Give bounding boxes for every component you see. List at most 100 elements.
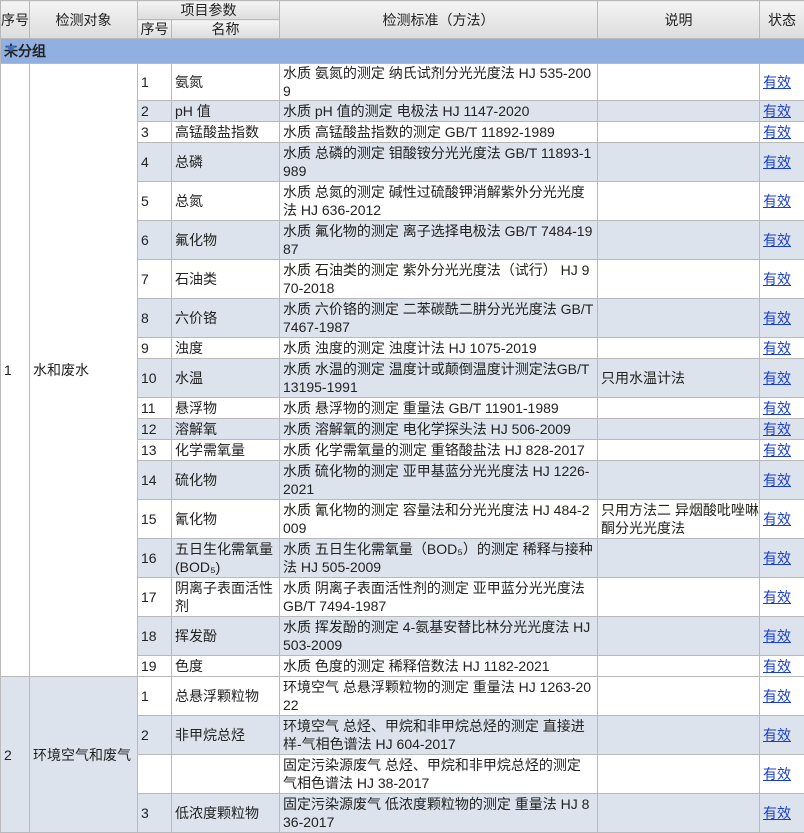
status-cell: 有效	[760, 461, 804, 500]
status-link[interactable]: 有效	[763, 103, 791, 119]
param-name-cell: 色度	[172, 656, 280, 677]
param-name-cell: 非甲烷总烃	[172, 716, 280, 755]
standards-table: 序号 检测对象 项目参数 检测标准（方法） 说明 状态 序号 名称 未分组 1 水…	[0, 0, 804, 833]
standard-cell: 水质 总氮的测定 碱性过硫酸钾消解紫外分光光度法 HJ 636-2012	[280, 182, 598, 221]
param-seq-cell: 3	[138, 122, 172, 143]
header-object[interactable]: 检测对象	[30, 1, 138, 39]
status-cell: 有效	[760, 677, 804, 716]
status-link[interactable]: 有效	[763, 74, 791, 90]
status-link[interactable]: 有效	[763, 310, 791, 326]
param-seq-cell: 16	[138, 539, 172, 578]
note-cell	[598, 578, 760, 617]
status-link[interactable]: 有效	[763, 193, 791, 209]
param-name-cell: 总悬浮颗粒物	[172, 677, 280, 716]
status-link[interactable]: 有效	[763, 628, 791, 644]
note-cell	[598, 677, 760, 716]
note-cell	[598, 755, 760, 794]
param-name-cell: 低浓度颗粒物	[172, 794, 280, 833]
param-name-cell: 硫化物	[172, 461, 280, 500]
standard-cell: 水质 高锰酸盐指数的测定 GB/T 11892-1989	[280, 122, 598, 143]
standard-cell: 水质 化学需氧量的测定 重铬酸盐法 HJ 828-2017	[280, 440, 598, 461]
standard-cell: 水质 pH 值的测定 电极法 HJ 1147-2020	[280, 101, 598, 122]
status-link[interactable]: 有效	[763, 688, 791, 704]
param-name-cell: pH 值	[172, 101, 280, 122]
status-cell: 有效	[760, 440, 804, 461]
status-link[interactable]: 有效	[763, 727, 791, 743]
standard-cell: 水质 硫化物的测定 亚甲基蓝分光光度法 HJ 1226-2021	[280, 461, 598, 500]
header-param-seq[interactable]: 序号	[138, 20, 172, 39]
group-header[interactable]: 未分组	[1, 39, 804, 64]
status-cell: 有效	[760, 122, 804, 143]
param-seq-cell: 4	[138, 143, 172, 182]
status-link[interactable]: 有效	[763, 271, 791, 287]
header-note[interactable]: 说明	[598, 1, 760, 39]
note-cell	[598, 656, 760, 677]
table-header: 序号 检测对象 项目参数 检测标准（方法） 说明 状态 序号 名称	[1, 1, 804, 39]
standard-cell: 水质 氟化物的测定 离子选择电极法 GB/T 7484-1987	[280, 221, 598, 260]
status-link[interactable]: 有效	[763, 232, 791, 248]
param-name-cell: 氟化物	[172, 221, 280, 260]
note-cell	[598, 461, 760, 500]
param-seq-cell: 18	[138, 617, 172, 656]
status-cell: 有效	[760, 260, 804, 299]
param-seq-cell: 1	[138, 677, 172, 716]
standard-cell: 水质 色度的测定 稀释倍数法 HJ 1182-2021	[280, 656, 598, 677]
object-seq-cell: 1	[1, 64, 30, 677]
status-link[interactable]: 有效	[763, 511, 791, 527]
note-cell	[598, 617, 760, 656]
param-name-cell: 高锰酸盐指数	[172, 122, 280, 143]
header-seq[interactable]: 序号	[1, 1, 30, 39]
status-link[interactable]: 有效	[763, 400, 791, 416]
param-seq-cell: 17	[138, 578, 172, 617]
param-seq-cell: 19	[138, 656, 172, 677]
status-link[interactable]: 有效	[763, 589, 791, 605]
status-link[interactable]: 有效	[763, 766, 791, 782]
standard-cell: 水质 挥发酚的测定 4-氨基安替比林分光光度法 HJ 503-2009	[280, 617, 598, 656]
header-status[interactable]: 状态	[760, 1, 804, 39]
status-link[interactable]: 有效	[763, 442, 791, 458]
object-name-cell: 环境空气和废气	[30, 677, 138, 833]
status-link[interactable]: 有效	[763, 472, 791, 488]
note-cell	[598, 64, 760, 101]
note-cell	[598, 182, 760, 221]
standard-cell: 水质 浊度的测定 浊度计法 HJ 1075-2019	[280, 338, 598, 359]
header-standard[interactable]: 检测标准（方法）	[280, 1, 598, 39]
group-row[interactable]: 未分组	[1, 39, 804, 64]
param-name-cell: 阴离子表面活性剂	[172, 578, 280, 617]
param-seq-cell: 15	[138, 500, 172, 539]
note-cell	[598, 440, 760, 461]
header-param-group[interactable]: 项目参数	[138, 1, 280, 20]
param-name-cell: 氨氮	[172, 64, 280, 101]
status-link[interactable]: 有效	[763, 370, 791, 386]
status-cell: 有效	[760, 299, 804, 338]
note-cell: 只用水温计法	[598, 359, 760, 398]
param-name-cell: 水温	[172, 359, 280, 398]
status-link[interactable]: 有效	[763, 421, 791, 437]
param-name-cell: 化学需氧量	[172, 440, 280, 461]
standard-cell: 水质 阴离子表面活性剂的测定 亚甲蓝分光光度法 GB/T 7494-1987	[280, 578, 598, 617]
param-name-cell: 石油类	[172, 260, 280, 299]
param-seq-cell: 13	[138, 440, 172, 461]
note-cell	[598, 260, 760, 299]
param-seq-cell: 7	[138, 260, 172, 299]
param-name-cell: 总氮	[172, 182, 280, 221]
status-link[interactable]: 有效	[763, 340, 791, 356]
header-param-name[interactable]: 名称	[172, 20, 280, 39]
table-row[interactable]: 1水和废水1氨氮水质 氨氮的测定 纳氏试剂分光光度法 HJ 535-2009有效	[1, 64, 804, 101]
status-link[interactable]: 有效	[763, 154, 791, 170]
note-cell	[598, 221, 760, 260]
collapse-triangle-icon[interactable]	[6, 46, 16, 52]
status-cell: 有效	[760, 419, 804, 440]
param-seq-cell: 12	[138, 419, 172, 440]
status-link[interactable]: 有效	[763, 124, 791, 140]
status-cell: 有效	[760, 755, 804, 794]
table-row[interactable]: 2环境空气和废气1总悬浮颗粒物环境空气 总悬浮颗粒物的测定 重量法 HJ 126…	[1, 677, 804, 716]
standard-cell: 水质 溶解氧的测定 电化学探头法 HJ 506-2009	[280, 419, 598, 440]
status-link[interactable]: 有效	[763, 805, 791, 821]
status-link[interactable]: 有效	[763, 658, 791, 674]
standard-cell: 水质 氨氮的测定 纳氏试剂分光光度法 HJ 535-2009	[280, 64, 598, 101]
param-name-cell	[172, 755, 280, 794]
status-link[interactable]: 有效	[763, 550, 791, 566]
param-seq-cell: 9	[138, 338, 172, 359]
status-cell: 有效	[760, 338, 804, 359]
